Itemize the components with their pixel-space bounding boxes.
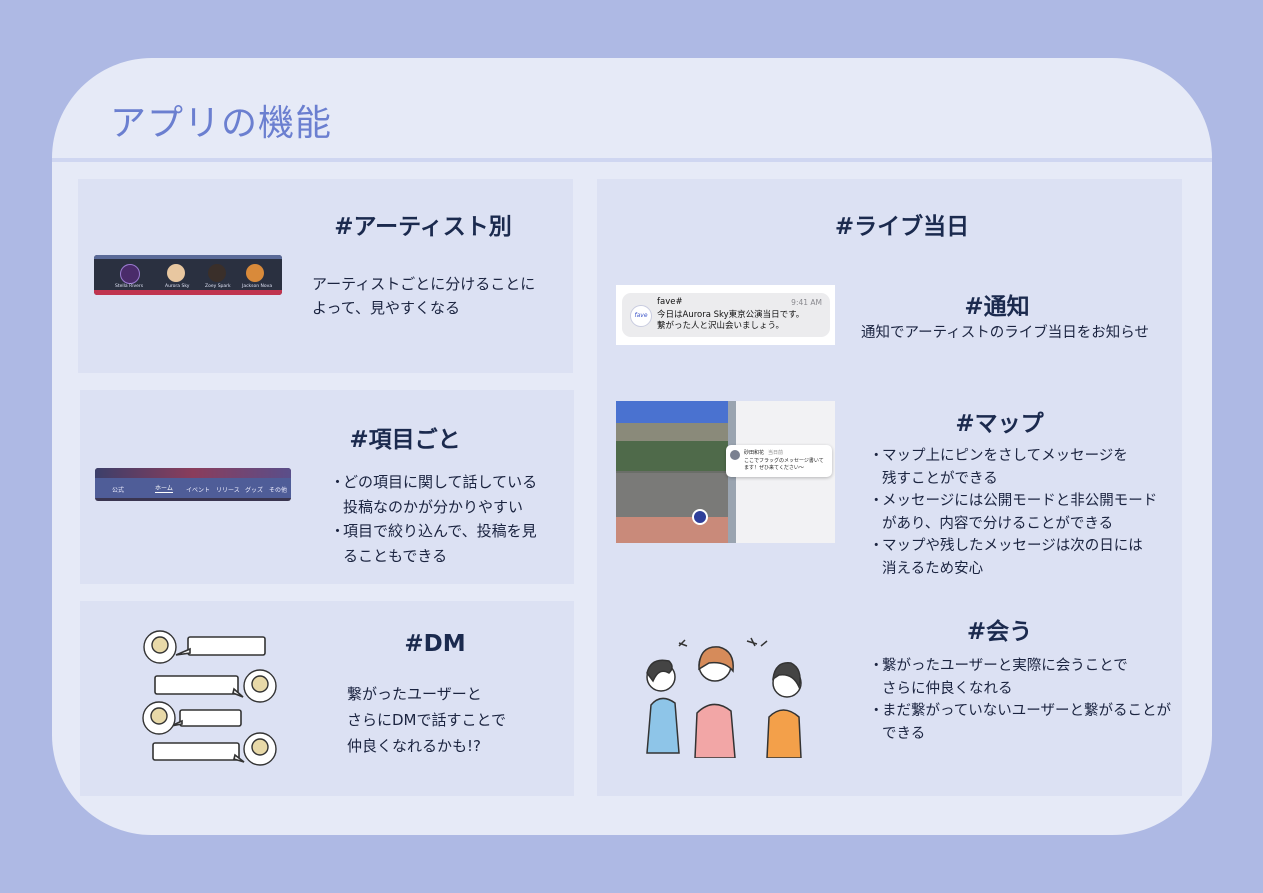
map-bullets: ・マップ上にピンをさしてメッセージを 残すことができる ・メッセージには公開モード… <box>869 445 1179 580</box>
meet-bullets: ・繋がったユーザーと実際に会うことで さらに仲良くなれる ・まだ繋がっていないユー… <box>869 655 1182 745</box>
artist-heading: #アーティスト別 <box>334 214 512 240</box>
map-water <box>616 401 728 423</box>
bullet-mark: ・ <box>869 658 884 674</box>
notification-preview[interactable]: fave fave# 9:41 AM 今日はAurora Sky東京公演当日です… <box>616 285 835 345</box>
notification-app: fave# <box>657 297 683 307</box>
bullet-mark: ・ <box>869 538 884 554</box>
popup-name: 砂田和花 <box>744 450 765 456</box>
bullet-line: 残すことができる <box>882 470 998 487</box>
chat-illustration <box>142 630 277 766</box>
bullet-line: どの項目に関して話している <box>343 473 538 491</box>
live-panel: #ライブ当日 fave fave# 9:41 AM 今日はAurora Sky東… <box>597 179 1182 796</box>
strip-bottom-bar <box>94 290 282 295</box>
artist-description: アーティストごとに分けることに よって、見やすくなる <box>312 272 562 320</box>
bullet-line: マップ上にピンをさしてメッセージを <box>882 448 1128 464</box>
map-trees <box>616 441 728 471</box>
bullet-line: マップや残したメッセージは次の日には <box>882 538 1143 554</box>
artist-name: Zoey Spark <box>205 284 231 289</box>
bullet-line: まだ繋がっていないユーザーと繋がることが <box>882 703 1171 719</box>
topic-heading: #項目ごと <box>349 427 461 453</box>
bullet-item: ・メッセージには公開モードと非公開モード があり、内容で分けることができる <box>869 490 1179 535</box>
artist-avatar-icon[interactable] <box>120 264 140 284</box>
bullet-line: があり、内容で分けることができる <box>882 515 1114 532</box>
bullet-line: 消えるため安心 <box>882 560 984 577</box>
bullet-item: ・どの項目に関して話している 投稿なのかが分かりやすい <box>330 470 570 519</box>
tab-strip-banner <box>95 468 291 478</box>
popup-avatar-icon <box>730 450 740 460</box>
popup-when: 当日前 <box>768 450 784 456</box>
artist-avatar-icon[interactable] <box>167 264 185 282</box>
features-card: アプリの機能 #アーティスト別 Stella Rivers Aurora Sky… <box>52 58 1212 835</box>
map-heading: #マップ <box>955 411 1044 437</box>
dm-description: 繋がったユーザーと さらにDMで話すことで 仲良くなれるかも!? <box>347 681 567 759</box>
map-plaza <box>616 517 728 543</box>
artist-avatar-icon[interactable] <box>208 264 226 282</box>
bullet-item: ・マップ上にピンをさしてメッセージを 残すことができる <box>869 445 1179 490</box>
artist-line: よって、見やすくなる <box>312 299 461 317</box>
strip-top-bar <box>94 255 282 259</box>
bullet-line: 項目で絞り込んで、投稿を見 <box>343 522 537 540</box>
popup-line: ます！ぜひ来てください〜 <box>744 465 804 471</box>
bullet-item: ・項目で絞り込んで、投稿を見 ることもできる <box>330 519 570 568</box>
artist-strip: Stella Rivers Aurora Sky Zoey Spark Jack… <box>94 255 282 295</box>
tab-item[interactable]: グッズ <box>245 485 263 494</box>
popup-line: ここでフラッグのメッセージ書いて <box>744 458 824 464</box>
bullet-item: ・マップや残したメッセージは次の日には 消えるため安心 <box>869 535 1179 580</box>
tab-item[interactable]: 公式 <box>112 485 124 494</box>
topic-panel: #項目ごと 公式 ホーム イベント リリース グッズ その他 ・どの項目に関して… <box>80 390 574 584</box>
notify-description: 通知でアーティストのライブ当日をお知らせ <box>861 325 1149 341</box>
bullet-mark: ・ <box>869 703 884 719</box>
notification-line: 繋がった人と沢山会いましょう。 <box>657 321 784 331</box>
artist-panel: #アーティスト別 Stella Rivers Aurora Sky Zoey S… <box>78 179 573 373</box>
dm-heading: #DM <box>404 631 466 657</box>
app-icon: fave <box>630 305 652 327</box>
artist-avatar-icon[interactable] <box>246 264 264 282</box>
artist-line: アーティストごとに分けることに <box>312 275 536 293</box>
dm-line: 仲良くなれるかも!? <box>347 737 481 755</box>
dm-line: さらにDMで話すことで <box>347 711 507 729</box>
title-divider <box>52 158 1212 162</box>
bullet-mark: ・ <box>330 522 346 540</box>
bullet-line: できる <box>882 725 926 742</box>
bullet-line: さらに仲良くなれる <box>882 680 1013 697</box>
page-title: アプリの機能 <box>110 103 333 144</box>
bullet-line: 投稿なのかが分かりやすい <box>343 497 524 516</box>
dm-line: 繋がったユーザーと <box>347 685 482 703</box>
live-heading: #ライブ当日 <box>834 214 970 240</box>
dm-panel: #DM 繋がったユーザーと さらにDMで話すことで 仲良くなれるかも!? <box>80 601 574 796</box>
notification-card[interactable]: fave fave# 9:41 AM 今日はAurora Sky東京公演当日です… <box>622 293 830 337</box>
map-preview[interactable]: 砂田和花 当日前 ここでフラッグのメッセージ書いて ます！ぜひ来てください〜 <box>616 401 835 543</box>
topic-tab-strip: 公式 ホーム イベント リリース グッズ その他 <box>95 468 291 501</box>
bullet-line: 繋がったユーザーと実際に会うことで <box>882 658 1128 674</box>
tab-item[interactable]: その他 <box>269 485 287 494</box>
bullet-mark: ・ <box>330 473 346 491</box>
notification-time: 9:41 AM <box>791 298 822 307</box>
map-roof <box>616 423 728 441</box>
bullet-line: ることもできる <box>343 546 448 565</box>
bullet-mark: ・ <box>869 493 884 509</box>
tab-item[interactable]: イベント <box>186 485 210 494</box>
topic-bullets: ・どの項目に関して話している 投稿なのかが分かりやすい ・項目で絞り込んで、投稿を… <box>330 470 570 568</box>
artist-name: Jackson Nova <box>242 284 273 289</box>
people-talking-illustration <box>646 637 802 758</box>
map-road <box>616 473 728 517</box>
bullet-mark: ・ <box>869 448 884 464</box>
meet-heading: #会う <box>966 619 1033 645</box>
notify-heading: #通知 <box>964 294 1030 320</box>
map-message-popup[interactable]: 砂田和花 当日前 ここでフラッグのメッセージ書いて ます！ぜひ来てください〜 <box>726 445 832 477</box>
bullet-item: ・まだ繋がっていないユーザーと繋がることが できる <box>869 700 1182 745</box>
bullet-item: ・繋がったユーザーと実際に会うことで さらに仲良くなれる <box>869 655 1182 700</box>
map-pin-icon[interactable] <box>692 509 708 525</box>
artist-name: Stella Rivers <box>115 284 144 289</box>
tab-item-active[interactable]: ホーム <box>155 483 173 493</box>
artist-name: Aurora Sky <box>165 284 190 289</box>
bullet-line: メッセージには公開モードと非公開モード <box>882 493 1158 509</box>
tab-item[interactable]: リリース <box>216 485 240 494</box>
